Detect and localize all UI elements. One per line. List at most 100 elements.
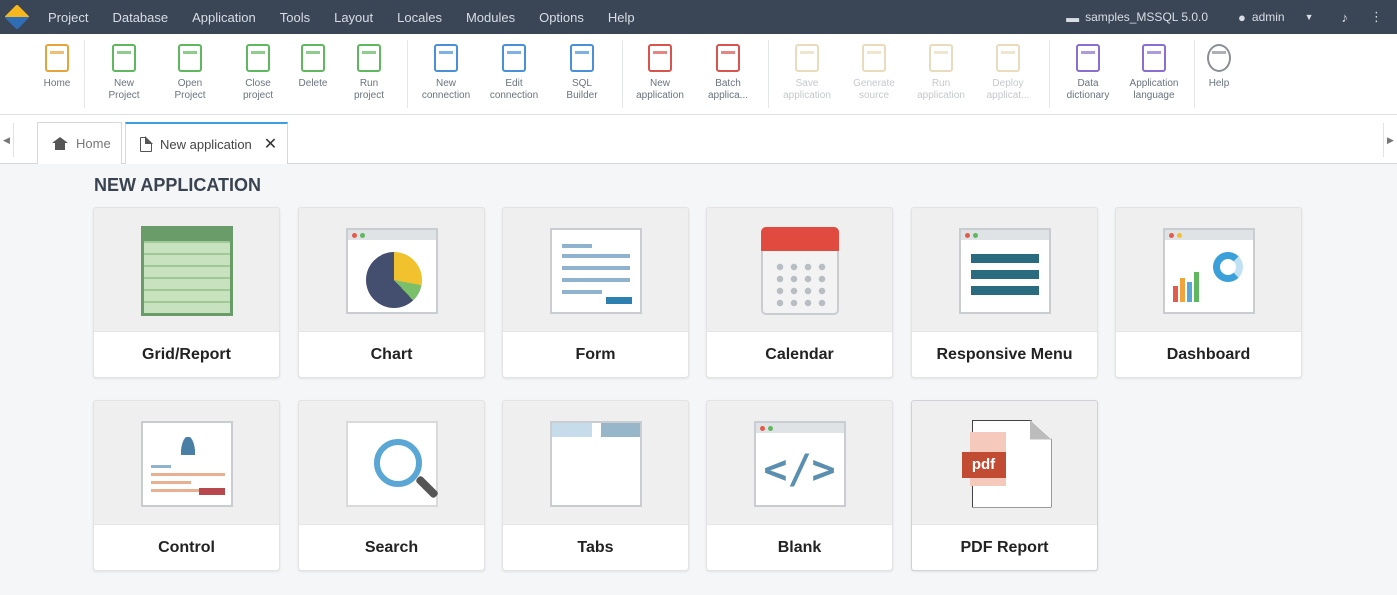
card-control[interactable]: Control bbox=[93, 400, 280, 571]
bell-icon: ♪ bbox=[1341, 9, 1349, 25]
toolbar-label: Open Project bbox=[174, 78, 206, 101]
toolbar-divider bbox=[768, 40, 769, 108]
card-label: Chart bbox=[299, 331, 484, 377]
dictionary-icon bbox=[1076, 44, 1100, 72]
toolbar-label: Edit connection bbox=[489, 78, 539, 101]
menu-tools[interactable]: Tools bbox=[268, 10, 322, 25]
card-label: Responsive Menu bbox=[912, 331, 1097, 377]
toolbar-save-application-button[interactable]: Save application bbox=[778, 44, 836, 102]
toolbar-deploy-application-button[interactable]: Deploy applicat... bbox=[979, 44, 1037, 102]
toolbar-label: Run application bbox=[917, 78, 965, 101]
toolbar-label: Help bbox=[1208, 78, 1230, 89]
pdf-icon: pdf bbox=[961, 419, 1052, 508]
more-button[interactable]: ⋮ bbox=[1362, 9, 1397, 25]
card-label: Control bbox=[94, 524, 279, 570]
run-icon bbox=[357, 44, 381, 72]
toolbar-application-language-button[interactable]: Application language bbox=[1125, 44, 1183, 102]
dashboard-icon bbox=[1162, 227, 1255, 314]
toolbar-label: New Project bbox=[108, 78, 140, 101]
toolbar-label: Delete bbox=[298, 78, 328, 89]
menu-locales[interactable]: Locales bbox=[385, 10, 454, 25]
toolbar-label: Data dictionary bbox=[1066, 78, 1110, 101]
card-thumbnail bbox=[94, 401, 279, 526]
toolbar-delete-button[interactable]: Delete bbox=[284, 44, 342, 90]
card-dashboard[interactable]: Dashboard bbox=[1115, 207, 1302, 378]
card-form[interactable]: Form bbox=[502, 207, 689, 378]
logo-icon bbox=[4, 4, 30, 30]
user-menu[interactable]: ● admin ▼ bbox=[1220, 10, 1325, 25]
code-icon: </> bbox=[753, 420, 846, 507]
toolbar-new-application-button[interactable]: New application bbox=[631, 44, 689, 102]
card-thumbnail: </> bbox=[707, 401, 892, 526]
card-label: Grid/Report bbox=[94, 331, 279, 377]
menu-dots-icon: ⋮ bbox=[1370, 9, 1383, 24]
toolbar-open-project-button[interactable]: Open Project bbox=[161, 44, 219, 102]
search-icon bbox=[345, 420, 439, 507]
menu-help[interactable]: Help bbox=[596, 10, 647, 25]
toolbar-label: New connection bbox=[421, 78, 471, 101]
tab-bar: ◀ Home New application ✕ ▶ bbox=[0, 115, 1397, 164]
menu-bar: Project Database Application Tools Layou… bbox=[0, 0, 1397, 34]
toolbar-label: Home bbox=[43, 78, 71, 89]
menu-project[interactable]: Project bbox=[34, 10, 100, 25]
menu-database[interactable]: Database bbox=[100, 10, 180, 25]
menu-options[interactable]: Options bbox=[527, 10, 596, 25]
toolbar-generate-source-button[interactable]: Generate source bbox=[845, 44, 903, 102]
card-thumbnail: pdf bbox=[912, 401, 1097, 526]
connection-edit-icon bbox=[502, 44, 526, 72]
card-tabs[interactable]: Tabs bbox=[502, 400, 689, 571]
card-chart[interactable]: Chart bbox=[298, 207, 485, 378]
control-icon bbox=[140, 420, 233, 507]
toolbar-run-application-button[interactable]: Run application bbox=[912, 44, 970, 102]
app-logo[interactable] bbox=[0, 0, 34, 34]
toolbar: Home New Project Open Project Close proj… bbox=[0, 34, 1397, 115]
close-icon[interactable]: ✕ bbox=[264, 134, 277, 154]
card-thumbnail bbox=[94, 208, 279, 333]
toolbar-data-dictionary-button[interactable]: Data dictionary bbox=[1059, 44, 1117, 102]
toolbar-home-button[interactable]: Home bbox=[28, 44, 86, 90]
notifications-button[interactable]: ♪ bbox=[1326, 10, 1363, 25]
tabs-scroll-left-button[interactable]: ◀ bbox=[0, 123, 14, 157]
card-responsive-menu[interactable]: Responsive Menu bbox=[911, 207, 1098, 378]
card-blank[interactable]: </> Blank bbox=[706, 400, 893, 571]
card-thumbnail bbox=[1116, 208, 1301, 333]
toolbar-label: Run project bbox=[353, 78, 384, 101]
card-search[interactable]: Search bbox=[298, 400, 485, 571]
card-thumbnail bbox=[707, 208, 892, 333]
toolbar-edit-connection-button[interactable]: Edit connection bbox=[485, 44, 543, 102]
menu-layout[interactable]: Layout bbox=[322, 10, 385, 25]
tabs-scroll-right-button[interactable]: ▶ bbox=[1383, 123, 1397, 157]
toolbar-new-project-button[interactable]: New Project bbox=[95, 44, 153, 102]
toolbar-run-project-button[interactable]: Run project bbox=[340, 44, 398, 102]
menu-icon bbox=[958, 227, 1051, 314]
chevron-left-icon: ◀ bbox=[3, 134, 10, 145]
tab-home[interactable]: Home bbox=[37, 122, 122, 164]
menu-application[interactable]: Application bbox=[180, 10, 268, 25]
connection-add-icon bbox=[434, 44, 458, 72]
toolbar-new-connection-button[interactable]: New connection bbox=[417, 44, 475, 102]
chart-icon bbox=[345, 227, 438, 314]
tab-new-application[interactable]: New application ✕ bbox=[125, 122, 289, 164]
grid-icon bbox=[140, 225, 233, 316]
new-application-icon bbox=[648, 44, 672, 72]
help-icon bbox=[1207, 44, 1231, 72]
card-pdf-report[interactable]: pdf PDF Report bbox=[911, 400, 1098, 571]
folder-icon: ▬ bbox=[1066, 9, 1080, 25]
trash-icon bbox=[301, 44, 325, 72]
toolbar-batch-application-button[interactable]: Batch applica... bbox=[699, 44, 757, 102]
user-name: admin bbox=[1251, 10, 1285, 24]
run-icon bbox=[929, 44, 953, 72]
toolbar-close-project-button[interactable]: Close project bbox=[229, 44, 287, 102]
toolbar-label: Close project bbox=[242, 78, 273, 101]
card-grid-report[interactable]: Grid/Report bbox=[93, 207, 280, 378]
card-thumbnail bbox=[299, 401, 484, 526]
pdf-tag-label: pdf bbox=[961, 451, 1006, 478]
card-calendar[interactable]: Calendar bbox=[706, 207, 893, 378]
tab-new-application-label: New application bbox=[160, 136, 252, 152]
menu-modules[interactable]: Modules bbox=[454, 10, 527, 25]
toolbar-sql-builder-button[interactable]: SQL Builder bbox=[553, 44, 611, 102]
toolbar-help-button[interactable]: Help bbox=[1190, 44, 1248, 90]
project-indicator[interactable]: ▬ samples_MSSQL 5.0.0 bbox=[1054, 10, 1220, 25]
user-icon: ● bbox=[1238, 9, 1246, 25]
toolbar-label: Application language bbox=[1129, 78, 1179, 101]
